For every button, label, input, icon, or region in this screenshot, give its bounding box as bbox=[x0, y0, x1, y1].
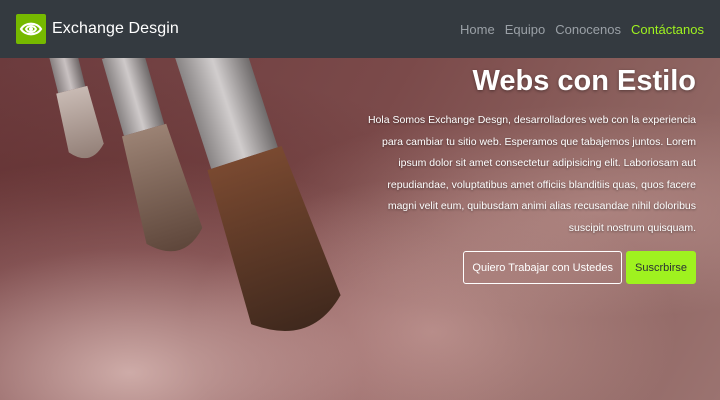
nav-link-equipo[interactable]: Equipo bbox=[505, 22, 545, 37]
hero-buttons: Quiero Trabajar con Ustedes Suscrbirse bbox=[356, 251, 696, 284]
hero-description: Hola Somos Exchange Desgn, desarrollador… bbox=[367, 114, 696, 234]
hero-section: Webs con Estilo Hola Somos Exchange Desg… bbox=[0, 58, 720, 400]
hero-content: Webs con Estilo Hola Somos Exchange Desg… bbox=[356, 62, 696, 284]
nav-link-home[interactable]: Home bbox=[460, 22, 495, 37]
nav-link-contactanos[interactable]: Contáctanos bbox=[631, 22, 704, 37]
brand-name: Exchange Desgin bbox=[52, 20, 179, 37]
nav-links: Home Equipo Conocenos Contáctanos bbox=[450, 22, 704, 37]
work-with-us-button[interactable]: Quiero Trabajar con Ustedes bbox=[463, 251, 623, 284]
nav-link-conocenos[interactable]: Conocenos bbox=[555, 22, 621, 37]
navbar: Exchange Desgin Home Equipo Conocenos Co… bbox=[0, 0, 720, 58]
hero-title: Webs con Estilo bbox=[472, 65, 696, 97]
subscribe-button[interactable]: Suscrbirse bbox=[626, 251, 696, 284]
nvidia-eye-icon bbox=[16, 14, 46, 44]
brand[interactable]: Exchange Desgin bbox=[16, 14, 179, 44]
